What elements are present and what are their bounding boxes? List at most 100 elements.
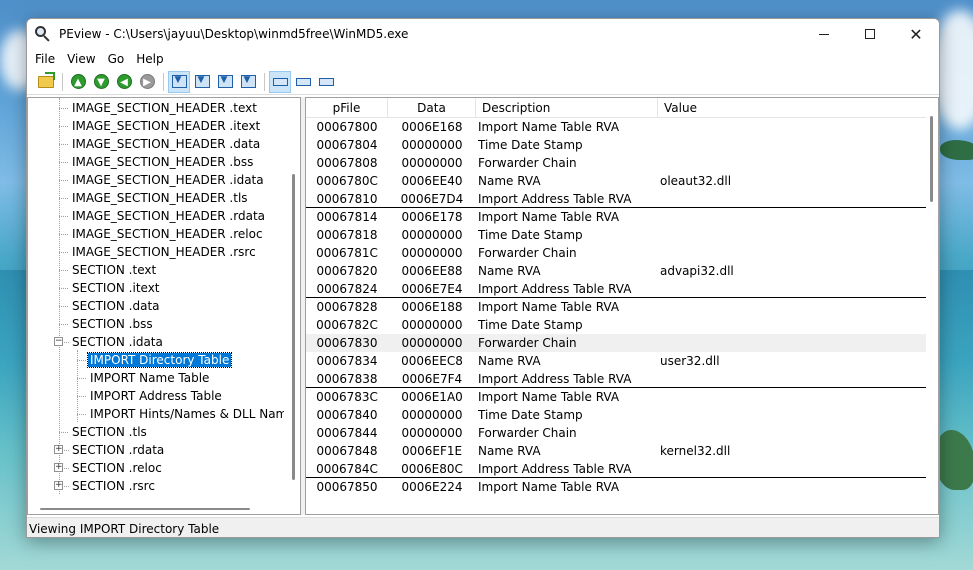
table-row[interactable]: 00067848 0006EF1E Name RVA kernel32.dll xyxy=(306,442,926,460)
tree-item[interactable]: IMAGE_SECTION_HEADER .bss xyxy=(58,153,255,171)
tree-item[interactable]: IMPORT Address Table xyxy=(76,387,224,405)
back-button[interactable]: ▲ xyxy=(67,71,89,93)
open-file-button[interactable] xyxy=(35,71,57,93)
table-row[interactable]: 00067838 0006E7F4 Import Address Table RVA xyxy=(306,370,926,388)
maximize-icon xyxy=(865,29,875,39)
view-dword-button[interactable] xyxy=(214,71,236,93)
tree-item[interactable]: IMAGE_SECTION_HEADER .idata xyxy=(58,171,266,189)
next-button[interactable]: ▶ xyxy=(136,71,158,93)
view-qword-button[interactable] xyxy=(237,71,259,93)
tree-item[interactable]: IMAGE_SECTION_HEADER .rdata xyxy=(58,207,267,225)
tree-connector xyxy=(59,306,68,307)
table-row-hover[interactable]: 00067830 00000000 Forwarder Chain xyxy=(306,334,926,352)
table-row[interactable]: 0006782C 00000000 Time Date Stamp xyxy=(306,316,926,334)
table-row[interactable]: 0006784C 0006E80C Import Address Table RVA xyxy=(306,460,926,478)
tree-horizontal-scrollbar[interactable] xyxy=(28,504,288,514)
tree-item[interactable]: IMAGE_SECTION_HEADER .text xyxy=(58,99,259,117)
view-qword-icon xyxy=(240,75,256,88)
expand-icon[interactable]: + xyxy=(54,463,63,472)
menu-help[interactable]: Help xyxy=(130,49,169,69)
tree-item[interactable]: IMPORT Name Table xyxy=(76,369,211,387)
menu-file[interactable]: File xyxy=(29,49,61,69)
previous-icon: ◀ xyxy=(116,74,132,89)
table-row[interactable]: 00067820 0006EE88 Name RVA advapi32.dll xyxy=(306,262,926,280)
view-details-icon xyxy=(295,77,311,86)
view-details-button[interactable] xyxy=(292,71,314,93)
table-row[interactable]: 00067804 00000000 Time Date Stamp xyxy=(306,136,926,154)
tree-connector xyxy=(77,396,86,397)
table-row[interactable]: 00067850 0006E224 Import Name Table RVA xyxy=(306,478,926,496)
status-bar: Viewing IMPORT Directory Table xyxy=(27,517,939,537)
scroll-thumb[interactable] xyxy=(930,116,933,202)
column-header-description[interactable]: Description xyxy=(476,98,658,118)
table-row[interactable]: 00067828 0006E188 Import Name Table RVA xyxy=(306,298,926,316)
collapse-icon[interactable]: − xyxy=(54,337,63,346)
view-save-icon xyxy=(272,77,288,86)
menu-go[interactable]: Go xyxy=(102,49,131,69)
tree-item[interactable]: SECTION .bss xyxy=(58,315,155,333)
tree-connector xyxy=(59,126,68,127)
scroll-thumb[interactable] xyxy=(40,508,250,510)
close-button[interactable]: ✕ xyxy=(893,19,939,49)
details-pane[interactable]: pFile Data Description Value 00067800 000… xyxy=(305,97,939,515)
expand-icon[interactable]: + xyxy=(54,481,63,490)
tree-item[interactable]: IMAGE_SECTION_HEADER .tls xyxy=(58,189,250,207)
table-row[interactable]: 00067800 0006E168 Import Name Table RVA xyxy=(306,118,926,136)
toolbar-separator xyxy=(163,72,164,91)
table-row[interactable]: 00067810 0006E7D4 Import Address Table RVA xyxy=(306,190,926,208)
table-row[interactable]: 00067818 00000000 Time Date Stamp xyxy=(306,226,926,244)
view-save-button[interactable] xyxy=(269,70,291,93)
tree-pane[interactable]: IMAGE_SECTION_HEADER .text IMAGE_SECTION… xyxy=(27,97,301,515)
table-row[interactable]: 00067840 00000000 Time Date Stamp xyxy=(306,406,926,424)
column-header-value[interactable]: Value xyxy=(658,98,926,118)
table-row[interactable]: 00067844 00000000 Forwarder Chain xyxy=(306,424,926,442)
table-row[interactable]: 00067824 0006E7E4 Import Address Table RVA xyxy=(306,280,926,298)
tree-item[interactable]: SECTION .itext xyxy=(58,279,162,297)
view-byte-button[interactable] xyxy=(168,70,190,93)
table-row[interactable]: 00067834 0006EEC8 Name RVA user32.dll xyxy=(306,352,926,370)
tree-item-section-idata[interactable]: − SECTION .idata xyxy=(54,333,165,351)
tree-connector xyxy=(77,414,86,415)
tree-connector xyxy=(77,378,86,379)
tree-item[interactable]: SECTION .text xyxy=(58,261,158,279)
forward-button[interactable]: ▼ xyxy=(90,71,112,93)
expand-icon[interactable]: + xyxy=(54,445,63,454)
menu-view[interactable]: View xyxy=(61,49,101,69)
maximize-button[interactable] xyxy=(847,19,893,49)
tree-item[interactable]: IMAGE_SECTION_HEADER .itext xyxy=(58,117,262,135)
table-row[interactable]: 00067808 00000000 Forwarder Chain xyxy=(306,154,926,172)
tree-connector xyxy=(59,180,68,181)
column-header-pfile[interactable]: pFile xyxy=(306,98,388,118)
table-row[interactable]: 00067814 0006E178 Import Name Table RVA xyxy=(306,208,926,226)
tree-item[interactable]: IMPORT Hints/Names & DLL Names xyxy=(76,405,284,423)
toolbar: ▲ ▼ ◀ ▶ xyxy=(27,69,939,95)
tree-item[interactable]: + SECTION .rdata xyxy=(54,441,166,459)
tree-connector xyxy=(59,216,68,217)
minimize-icon xyxy=(819,33,829,35)
table-row[interactable]: 0006780C 0006EE40 Name RVA oleaut32.dll xyxy=(306,172,926,190)
tree-item[interactable]: SECTION .tls xyxy=(58,423,149,441)
tree-item[interactable]: IMAGE_SECTION_HEADER .rsrc xyxy=(58,243,258,261)
tree-connector xyxy=(59,144,68,145)
tree-vertical-scrollbar[interactable] xyxy=(288,98,300,514)
column-header-data[interactable]: Data xyxy=(388,98,476,118)
tree-item[interactable]: IMAGE_SECTION_HEADER .reloc xyxy=(58,225,265,243)
details-vertical-scrollbar[interactable] xyxy=(926,98,938,514)
tree-item[interactable]: + SECTION .rsrc xyxy=(54,477,157,495)
previous-button[interactable]: ◀ xyxy=(113,71,135,93)
minimize-button[interactable] xyxy=(801,19,847,49)
list-header: pFile Data Description Value xyxy=(306,98,926,118)
tree-item[interactable]: IMAGE_SECTION_HEADER .data xyxy=(58,135,262,153)
scroll-thumb[interactable] xyxy=(292,174,295,480)
close-icon: ✕ xyxy=(909,24,923,44)
tree-connector xyxy=(59,198,68,199)
view-word-button[interactable] xyxy=(191,71,213,93)
view-list-button[interactable] xyxy=(315,71,337,93)
table-row[interactable]: 0006783C 0006E1A0 Import Name Table RVA xyxy=(306,388,926,406)
tree-item[interactable]: SECTION .data xyxy=(58,297,162,315)
toolbar-separator xyxy=(264,72,265,91)
tree-item[interactable]: + SECTION .reloc xyxy=(54,459,164,477)
table-row[interactable]: 0006781C 00000000 Forwarder Chain xyxy=(306,244,926,262)
tree-connector xyxy=(59,252,68,253)
tree-item-import-directory-table[interactable]: IMPORT Directory Table xyxy=(76,351,233,369)
